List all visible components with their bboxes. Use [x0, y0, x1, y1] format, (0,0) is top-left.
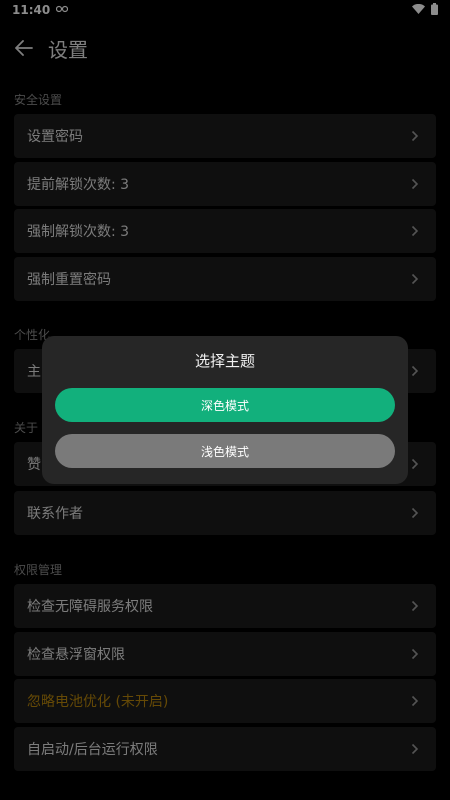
dialog-title: 选择主题: [194, 352, 255, 370]
theme-dialog: 选择主题 深色模式 浅色模式: [42, 336, 408, 484]
dark-mode-button[interactable]: 深色模式: [55, 388, 395, 422]
light-mode-button[interactable]: 浅色模式: [55, 434, 395, 468]
